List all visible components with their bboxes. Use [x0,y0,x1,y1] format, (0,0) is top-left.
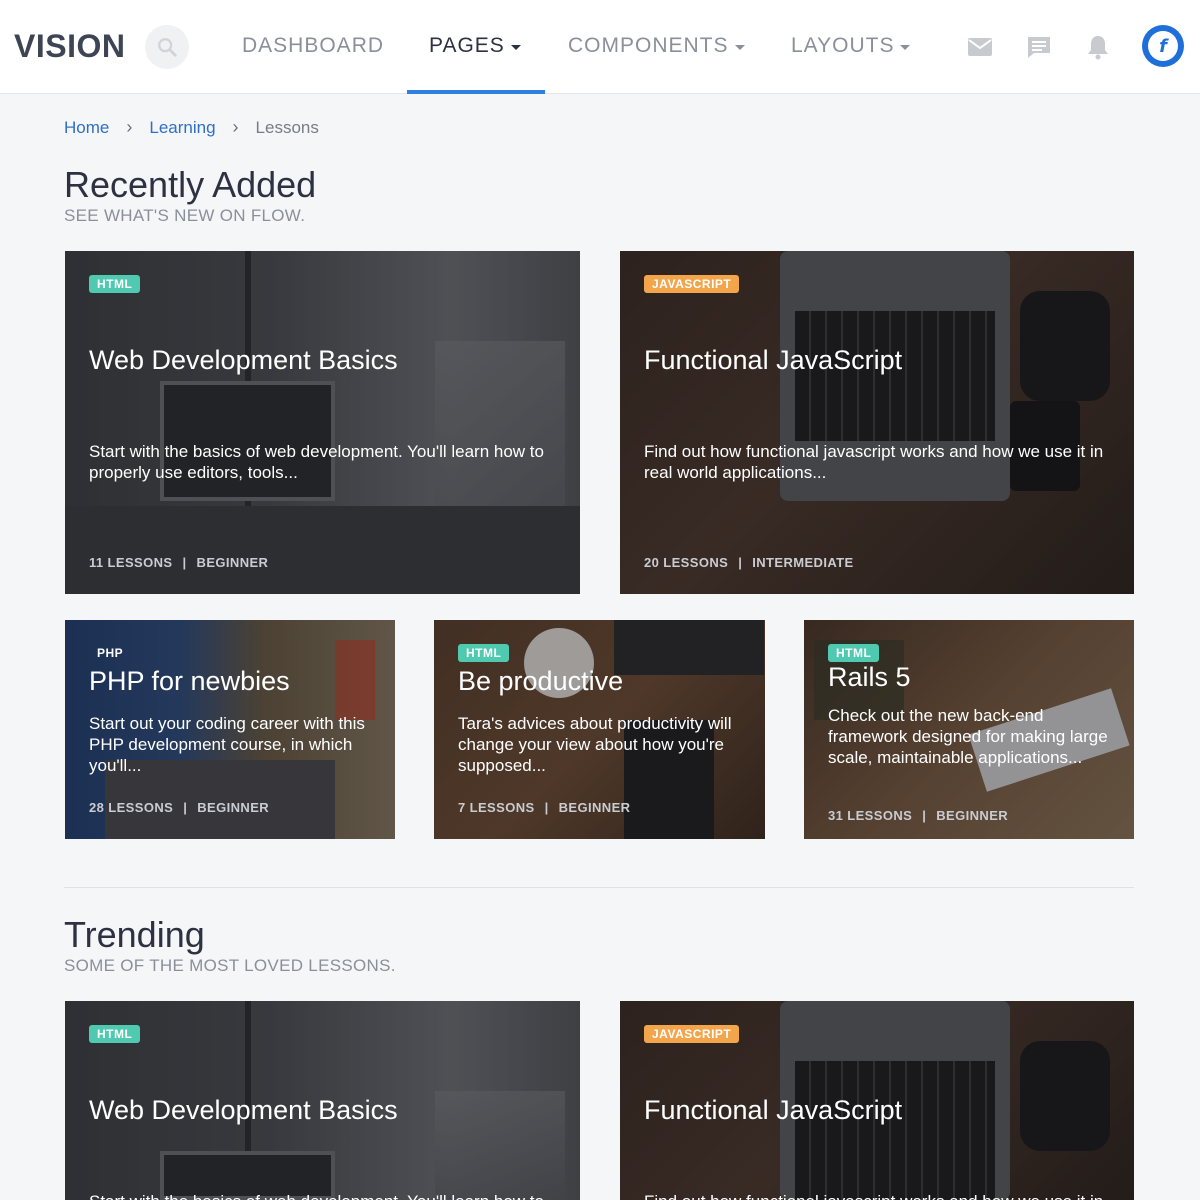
card-title[interactable]: Rails 5 [828,662,1114,693]
card-description: Tara's advices about productivity will c… [458,714,732,775]
card-description: Find out how functional javascript works… [644,1191,1114,1200]
trending-subtitle: SOME OF THE MOST LOVED LESSONS. [64,956,396,975]
tag-badge: HTML [458,644,510,662]
lesson-count: 20 LESSONS [644,555,729,570]
chat-icon [1028,37,1050,58]
difficulty-level: BEGINNER [936,808,1009,823]
lesson-card[interactable]: HTML Web Development Basics Start with t… [65,251,580,594]
tag-badge: HTML [89,1025,141,1043]
meta-separator: | [183,800,188,815]
card-meta: 11 LESSONS | BEGINNER [89,555,268,570]
lesson-card[interactable]: JAVASCRIPT Functional JavaScript Find ou… [620,251,1134,594]
search-button[interactable] [145,25,189,69]
search-icon [158,38,177,57]
caret-down-icon [510,44,521,50]
lesson-card[interactable]: JAVASCRIPT Functional JavaScript Find ou… [620,1001,1134,1200]
card-title[interactable]: PHP for newbies [89,666,375,697]
tag-badge: JAVASCRIPT [644,275,740,293]
breadcrumb-current: Lessons [255,117,319,137]
chevron-right-icon: › [232,117,239,137]
top-navigation-bar: VISION DASHBOARD PAGES COMPONENTS LAYOUT… [0,0,1200,94]
lesson-card[interactable]: HTML Web Development Basics Start with t… [65,1001,580,1200]
lesson-card[interactable]: HTML Rails 5 Check out the new back-end … [804,620,1134,839]
meta-separator: | [922,808,927,823]
caret-down-icon [900,44,911,50]
nav-dashboard[interactable]: DASHBOARD [242,34,384,58]
card-title[interactable]: Functional JavaScript [644,345,1114,376]
difficulty-level: BEGINNER [196,555,269,570]
nav-components[interactable]: COMPONENTS [568,34,745,58]
caret-down-icon [734,44,745,50]
card-overlay [65,251,580,594]
card-title[interactable]: Web Development Basics [89,345,560,376]
card-description: Find out how functional javascript works… [644,442,1104,482]
nav-pages-label: PAGES [429,34,505,57]
breadcrumb-home[interactable]: Home [64,118,109,138]
card-meta: 28 LESSONS | BEGINNER [89,800,269,815]
bell-icon [1088,36,1108,60]
nav-dashboard-label: DASHBOARD [242,34,385,57]
nav-components-label: COMPONENTS [568,34,729,57]
messages-button[interactable] [1026,34,1052,60]
card-title[interactable]: Functional JavaScript [644,1095,1114,1126]
recently-added-title: Recently Added [64,164,317,205]
lesson-count: 7 LESSONS [458,800,535,815]
card-meta: 20 LESSONS | INTERMEDIATE [644,555,854,570]
difficulty-level: BEGINNER [558,800,631,815]
meta-separator: | [182,555,187,570]
card-description: Start with the basics of web development… [89,442,544,482]
lesson-card[interactable]: HTML Be productive Tara's advices about … [434,620,765,839]
mail-button[interactable] [967,34,993,60]
nav-layouts[interactable]: LAYOUTS [791,34,911,58]
card-title[interactable]: Web Development Basics [89,1095,560,1126]
card-description: Start out your coding career with this P… [89,714,365,775]
user-avatar[interactable]: f [1142,25,1184,67]
lesson-count: 28 LESSONS [89,800,174,815]
meta-separator: | [738,555,743,570]
chevron-right-icon: › [126,117,133,137]
nav-layouts-label: LAYOUTS [791,34,895,57]
difficulty-level: BEGINNER [197,800,270,815]
tag-badge: HTML [828,644,880,662]
recently-added-subtitle: SEE WHAT'S NEW ON FLOW. [64,206,306,225]
card-title[interactable]: Be productive [458,666,745,697]
mail-icon [968,38,992,56]
difficulty-level: INTERMEDIATE [752,555,854,570]
brand-logo[interactable]: VISION [14,28,125,65]
card-description: Check out the new back-end framework des… [828,706,1108,767]
avatar-logo-icon: f [1148,31,1178,61]
trending-title: Trending [64,914,205,955]
breadcrumb-learning[interactable]: Learning [149,118,215,138]
card-description: Start with the basics of web development… [89,1191,560,1200]
tag-badge: JAVASCRIPT [644,1025,740,1043]
tag-badge: HTML [89,275,141,293]
nav-pages[interactable]: PAGES [429,34,521,58]
tag-badge: PHP [97,646,124,660]
card-overlay [620,251,1134,594]
active-tab-indicator [407,90,545,94]
card-meta: 31 LESSONS | BEGINNER [828,808,1008,823]
section-divider [64,887,1134,888]
breadcrumb: Home › Learning › Lessons [64,117,319,138]
lesson-count: 11 LESSONS [89,555,173,570]
lesson-card[interactable]: PHP PHP for newbies Start out your codin… [65,620,395,839]
card-meta: 7 LESSONS | BEGINNER [458,800,630,815]
lesson-count: 31 LESSONS [828,808,913,823]
meta-separator: | [544,800,549,815]
notifications-button[interactable] [1085,34,1111,60]
